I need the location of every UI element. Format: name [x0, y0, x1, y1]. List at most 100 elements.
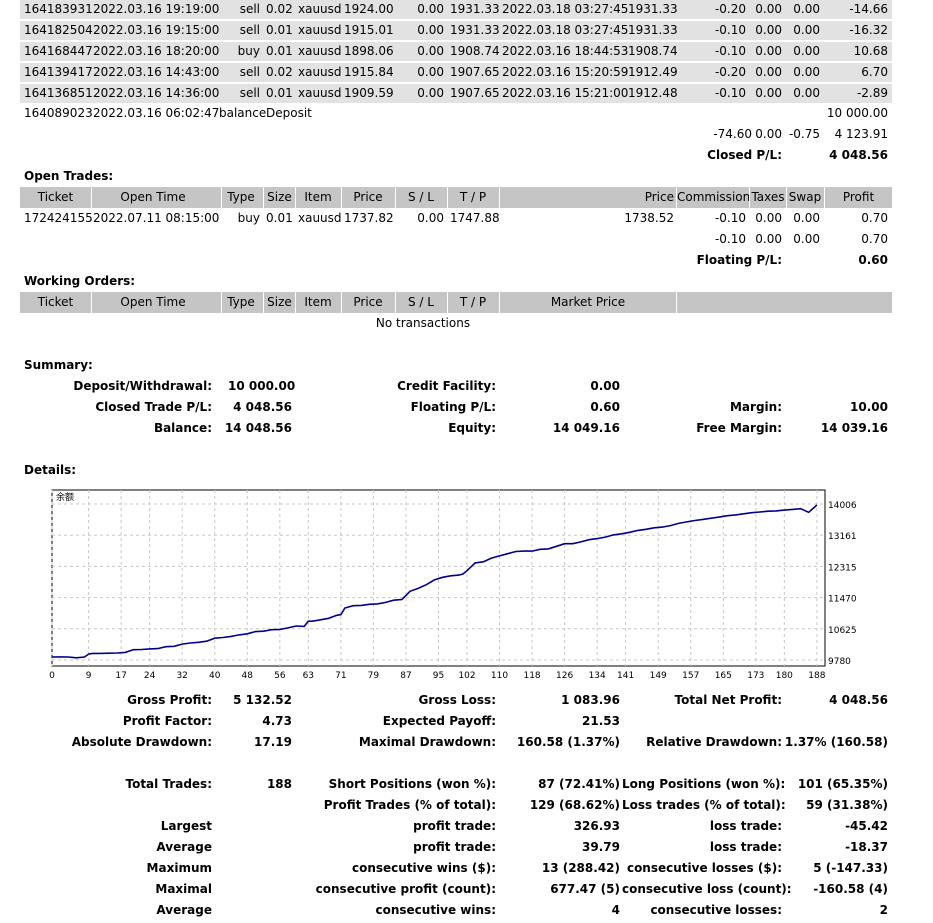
commission-cell: -0.20: [714, 2, 746, 16]
short-positions-value: 87 (72.41%): [538, 777, 620, 791]
x-tick-label: 71: [335, 671, 346, 681]
max-profit-value: 677.47 (5): [550, 882, 620, 896]
max-loss-label: consecutive loss (count):: [622, 882, 792, 896]
maximal-drawdown-value: 160.58 (1.37%): [516, 735, 620, 749]
close-price-cell: 1931.33: [628, 23, 678, 37]
closed-pl-label: Closed P/L:: [707, 148, 782, 162]
x-tick-label: 0: [49, 671, 55, 681]
time-cell: 2022.03.16 19:15:00: [93, 23, 220, 37]
x-tick-label: 134: [589, 671, 606, 681]
absolute-drawdown-value: 17.19: [254, 735, 292, 749]
header-size: Size: [267, 295, 292, 309]
time-cell: 2022.03.16 14:36:00: [93, 86, 220, 100]
relative-drawdown-label: Relative Drawdown:: [646, 735, 782, 749]
price-cell: 1915.01: [344, 23, 394, 37]
time-cell: 2022.03.16 19:19:00: [93, 2, 220, 16]
largest-profit-label: profit trade:: [413, 819, 496, 833]
floating-pl-value: 0.60: [858, 253, 888, 267]
taxes-cell: 0.00: [755, 44, 782, 58]
avg-wins-label: consecutive wins:: [375, 903, 496, 917]
credit-value: 0.00: [590, 379, 620, 393]
time-cell: 2022.03.16 06:02:47: [93, 106, 220, 120]
header-item: Item: [304, 295, 332, 309]
commission-total: -0.10: [714, 232, 746, 246]
type-cell: sell: [239, 2, 260, 16]
x-tick-label: 48: [242, 671, 254, 681]
working-orders-title: Working Orders:: [24, 274, 136, 288]
x-tick-label: 149: [650, 671, 667, 681]
header-size: Size: [267, 190, 292, 204]
max-losses-label: consecutive losses ($):: [626, 861, 782, 875]
x-tick-label: 87: [400, 671, 411, 681]
average-profit-value: 39.79: [582, 840, 620, 854]
avg-wins-value: 4: [611, 903, 620, 917]
y-tick-label: 10625: [828, 626, 857, 636]
free-margin-label: Free Margin:: [696, 421, 782, 435]
closed-pl-value: 4 048.56: [829, 148, 888, 162]
type-cell: sell: [239, 65, 260, 79]
time-cell: 2022.03.16 14:43:00: [93, 65, 220, 79]
open-trades-title: Open Trades:: [24, 169, 114, 183]
total-trades-value: 188: [266, 777, 292, 791]
sl-cell: 0.00: [417, 211, 444, 225]
ticket-cell: 164136851: [24, 86, 93, 100]
max-loss-value: -160.58 (4): [813, 882, 888, 896]
close-time-cell: 2022.03.16 18:44:53: [502, 44, 629, 58]
size-cell: 0.02: [266, 2, 293, 16]
x-tick-label: 173: [747, 671, 764, 681]
relative-drawdown-value: 1.37% (160.58): [784, 735, 888, 749]
profit-cell: 0.70: [861, 211, 888, 225]
equity-label: Equity:: [448, 421, 496, 435]
net-profit-value: 4 048.56: [829, 693, 888, 707]
summary-title: Summary:: [24, 358, 93, 372]
profit-cell: 10 000.00: [826, 106, 888, 120]
size-cell: 0.01: [266, 211, 293, 225]
sl-cell: 0.00: [417, 86, 444, 100]
header-profit: Profit: [842, 190, 875, 204]
long-positions-label: Long Positions (won %):: [622, 777, 786, 791]
expected-payoff-value: 21.53: [582, 714, 620, 728]
header-price: Price: [353, 190, 383, 204]
price-cell: 1737.82: [344, 211, 394, 225]
equity-value: 14 049.16: [552, 421, 620, 435]
tp-cell: 1907.65: [450, 65, 500, 79]
profit-trades-value: 129 (68.62%): [529, 798, 620, 812]
largest-loss-value: -45.42: [845, 819, 888, 833]
header-price: Price: [353, 295, 383, 309]
header-commission: Commission: [677, 190, 751, 204]
chart-title: 余额: [56, 491, 74, 503]
gross-profit-value: 5 132.52: [233, 693, 292, 707]
max-losses-value: 5 (-147.33): [813, 861, 888, 875]
avg-losses-value: 2: [879, 903, 888, 917]
closed-trade-value: 4 048.56: [233, 400, 292, 414]
expected-payoff-label: Expected Payoff:: [382, 714, 496, 728]
maximal-label: Maximal: [155, 882, 212, 896]
y-tick-label: 13161: [828, 532, 857, 542]
ticket-cell: 164168447: [24, 44, 93, 58]
y-tick-label: 9780: [828, 657, 851, 667]
close-price-cell: 1908.74: [628, 44, 678, 58]
header-ticket: Ticket: [37, 295, 74, 309]
sl-cell: 0.00: [417, 2, 444, 16]
close-time-cell: 2022.03.16 15:21:00: [502, 86, 629, 100]
price-cell: 1909.59: [344, 86, 394, 100]
profit-cell: -14.66: [849, 2, 888, 16]
floating-label: Floating P/L:: [410, 400, 496, 414]
profit-total: 0.70: [861, 232, 888, 246]
type-cell: sell: [239, 86, 260, 100]
time-cell: 2022.03.16 18:20:00: [93, 44, 220, 58]
x-tick-label: 56: [274, 671, 286, 681]
y-tick-label: 12315: [828, 563, 857, 573]
item-cell: xauusd: [298, 2, 342, 16]
floating-value: 0.60: [590, 400, 620, 414]
max-profit-label: consecutive profit (count):: [315, 882, 496, 896]
x-tick-label: 24: [144, 671, 156, 681]
close-price-cell: 1912.48: [628, 86, 678, 100]
margin-value: 10.00: [850, 400, 888, 414]
profit-factor-value: 4.73: [262, 714, 292, 728]
price-cell: 1924.00: [344, 2, 394, 16]
header-tp: T / P: [459, 295, 487, 309]
margin-label: Margin:: [729, 400, 782, 414]
tp-cell: 1931.33: [450, 23, 500, 37]
market-price-cell: 1738.52: [624, 211, 674, 225]
